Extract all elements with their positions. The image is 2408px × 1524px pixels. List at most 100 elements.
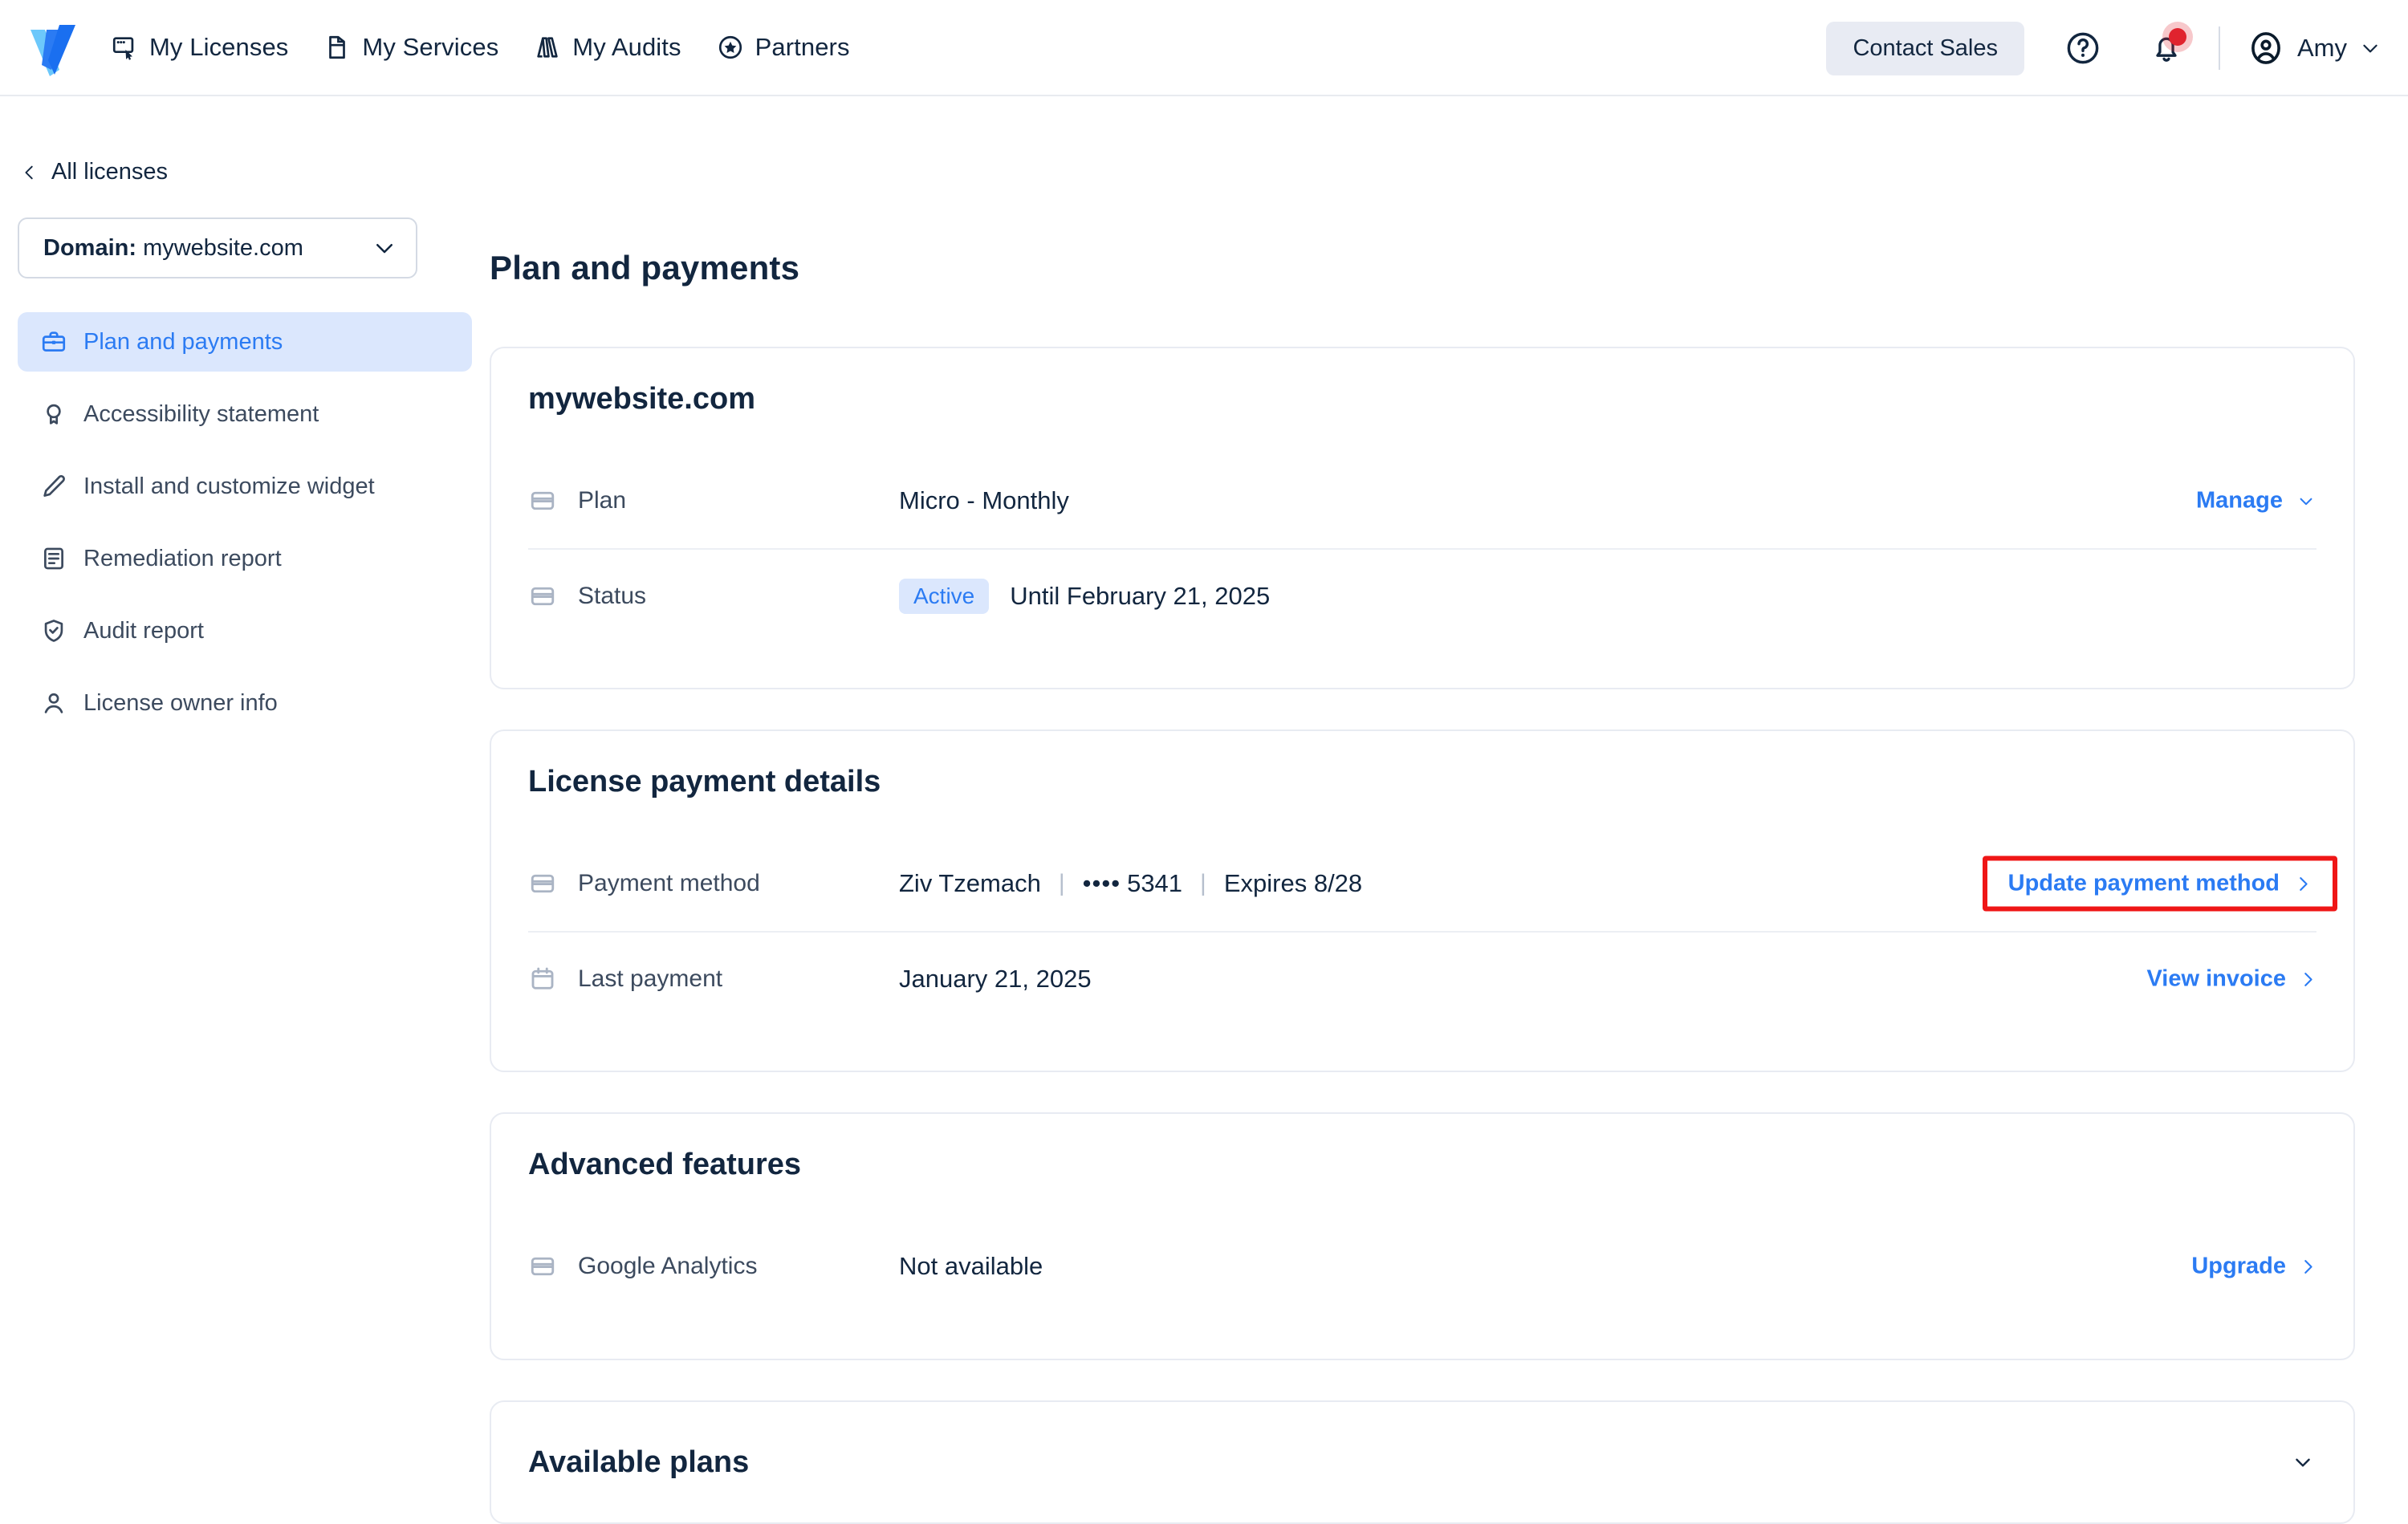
top-right-actions: Contact Sales Amy [1826, 0, 2381, 96]
chevron-right-icon [2304, 972, 2312, 986]
google-analytics-label: Google Analytics [578, 1253, 758, 1279]
status-row-label: Status [578, 583, 647, 609]
credit-card-icon [531, 491, 555, 510]
payment-method-label: Payment method [578, 870, 760, 896]
payment-method-row: Payment method Ziv Tzemach | •••• 5341 |… [528, 836, 2337, 931]
help-button[interactable] [2058, 23, 2108, 73]
card-mask-dots: •••• [1082, 869, 1121, 897]
nav-label: Partners [755, 33, 850, 61]
sidebar-item-license-owner-info[interactable]: License owner info [18, 673, 472, 733]
update-payment-method-button[interactable]: Update payment method [1982, 855, 2337, 912]
back-label: All licenses [51, 159, 169, 185]
chevron-right-icon [2300, 876, 2308, 891]
view-invoice-button[interactable]: View invoice [2146, 966, 2316, 993]
nav-item-partners[interactable]: Partners [717, 33, 850, 62]
last-payment-row: Last payment January 21, 2025 View invoi… [528, 931, 2316, 1026]
domain-select[interactable]: Domain: mywebsite.com [18, 217, 417, 278]
briefcase-icon [42, 331, 66, 352]
calendar-icon [531, 967, 554, 990]
main-content: Plan and payments mywebsite.com Plan Mic… [490, 96, 2408, 1524]
nav-item-my-licenses[interactable]: My Licenses [111, 33, 288, 62]
top-navigation-bar: My Licenses My Services My Audits Partne… [0, 0, 2408, 96]
services-icon [329, 35, 346, 59]
cardholder-name: Ziv Tzemach [899, 869, 1041, 897]
sidebar-item-accessibility-statement[interactable]: Accessibility statement [18, 384, 472, 444]
sidebar-item-label: Accessibility statement [83, 400, 319, 427]
sidebar-item-label: Audit report [83, 617, 204, 644]
award-icon [47, 404, 61, 425]
sidebar-item-remediation-report[interactable]: Remediation report [18, 529, 472, 588]
question-circle-icon [2067, 32, 2099, 64]
credit-card-icon [531, 587, 555, 606]
status-until-text: Until February 21, 2025 [1010, 582, 1271, 610]
update-payment-method-label: Update payment method [2007, 870, 2280, 896]
sidebar-item-plan-and-payments[interactable]: Plan and payments [18, 312, 472, 372]
shield-check-icon [44, 620, 63, 642]
plan-row-value: Micro - Monthly [899, 486, 1069, 514]
last-payment-label: Last payment [578, 965, 723, 992]
person-icon [44, 693, 63, 713]
chevron-left-icon [25, 165, 33, 179]
chevron-right-icon [2304, 1259, 2312, 1274]
sidebar-item-label: Plan and payments [83, 328, 283, 355]
chevron-down-icon [2300, 498, 2312, 505]
header-divider [2219, 26, 2220, 70]
status-badge: Active [899, 579, 990, 614]
document-list-icon [44, 547, 63, 570]
card-last4: 5341 [1127, 869, 1183, 897]
last-payment-value: January 21, 2025 [899, 965, 1092, 993]
user-circle-icon [2251, 32, 2280, 64]
licenses-icon [112, 37, 134, 60]
accessibe-logo[interactable] [27, 18, 79, 76]
nav-label: My Services [362, 33, 499, 61]
nav-item-my-services[interactable]: My Services [323, 33, 498, 62]
main-nav: My Licenses My Services My Audits Partne… [111, 33, 850, 62]
advanced-features-title: Advanced features [528, 1148, 802, 1181]
manage-plan-button[interactable]: Manage [2196, 488, 2316, 514]
sidebar-item-label: Remediation report [83, 545, 282, 571]
sidebar-item-label: Install and customize widget [83, 473, 375, 499]
google-analytics-value: Not available [899, 1252, 1043, 1280]
available-plans-card[interactable]: Available plans [490, 1400, 2355, 1524]
user-menu[interactable]: Amy [2247, 30, 2381, 67]
plan-card-title: mywebsite.com [528, 382, 755, 416]
notifications-button[interactable] [2142, 23, 2191, 73]
nav-item-my-audits[interactable]: My Audits [534, 33, 681, 62]
sidebar-item-install-and-customize-widget[interactable]: Install and customize widget [18, 457, 472, 516]
license-payment-details-card: License payment details Payment method Z… [490, 729, 2355, 1072]
domain-value: mywebsite.com [143, 234, 303, 261]
card-expiry: Expires 8/28 [1223, 869, 1363, 897]
domain-prefix: Domain: [43, 234, 136, 261]
plan-card: mywebsite.com Plan Micro - Monthly Manag… [490, 347, 2355, 689]
user-name: Amy [2297, 34, 2347, 62]
advanced-features-card: Advanced features Google Analytics Not a… [490, 1112, 2355, 1360]
credit-card-icon [531, 1257, 555, 1276]
upgrade-label: Upgrade [2191, 1253, 2286, 1279]
contact-sales-button[interactable]: Contact Sales [1826, 21, 2024, 75]
page-body: All licenses Domain: mywebsite.com Plan … [0, 96, 2408, 1524]
google-analytics-row: Google Analytics Not available Upgrade [528, 1219, 2316, 1314]
sidebar-item-audit-report[interactable]: Audit report [18, 601, 472, 660]
sidebar-item-label: License owner info [83, 689, 278, 716]
back-to-all-licenses[interactable]: All licenses [21, 159, 490, 185]
pencil-icon [43, 475, 65, 497]
status-row: Status Active Until February 21, 2025 [528, 548, 2316, 643]
chevron-down-icon [376, 244, 393, 254]
sidebar: All licenses Domain: mywebsite.com Plan … [0, 96, 490, 1316]
star-circle-icon [718, 35, 742, 59]
value-separator: | [1200, 870, 1206, 896]
chevron-down-icon [2363, 44, 2377, 53]
audits-icon [537, 37, 558, 58]
sidebar-menu: Plan and payments Accessibility statemen… [0, 312, 490, 733]
available-plans-title: Available plans [528, 1445, 750, 1479]
nav-label: My Audits [572, 33, 681, 61]
upgrade-button[interactable]: Upgrade [2191, 1254, 2316, 1280]
value-separator: | [1058, 870, 1065, 896]
payment-card-title: License payment details [528, 765, 881, 799]
credit-card-icon [531, 874, 555, 893]
page-title: Plan and payments [490, 249, 800, 287]
chevron-down-icon[interactable] [2289, 1452, 2316, 1473]
view-invoice-label: View invoice [2146, 965, 2286, 992]
nav-label: My Licenses [149, 33, 289, 61]
manage-label: Manage [2196, 487, 2283, 514]
